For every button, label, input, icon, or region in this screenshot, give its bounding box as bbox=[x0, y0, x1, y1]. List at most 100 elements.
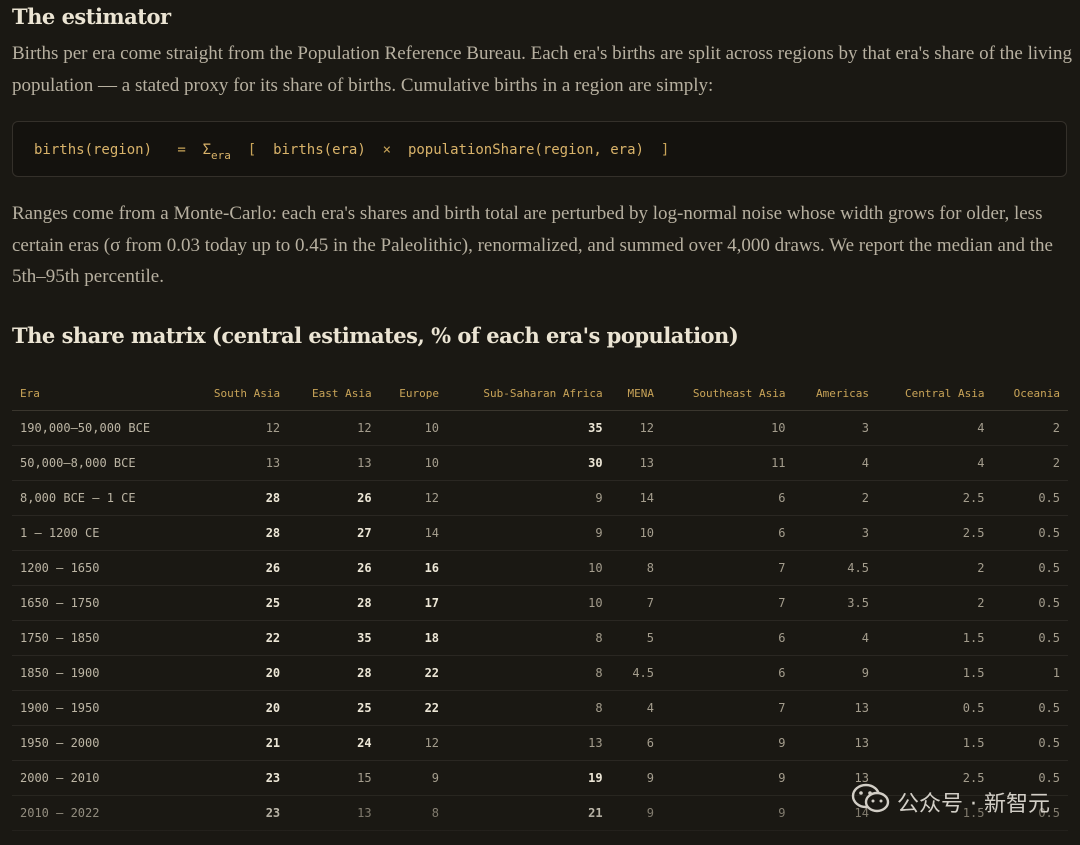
share-cell: 26 bbox=[188, 550, 289, 586]
share-cell: 13 bbox=[288, 445, 380, 481]
column-header: Southeast Asia bbox=[662, 376, 794, 411]
formula-sigma: Σ bbox=[202, 142, 212, 158]
share-cell: 2 bbox=[992, 410, 1068, 446]
share-cell: 1.5 bbox=[876, 620, 993, 656]
era-cell: 8,000 BCE – 1 CE bbox=[12, 480, 189, 516]
share-cell: 0.5 bbox=[992, 620, 1068, 656]
share-cell: 0.5 bbox=[992, 480, 1068, 516]
table-row: 1900 – 1950 20 25 22 8 4 7 13 0.5 0.5 bbox=[12, 690, 1068, 726]
table-row: 1650 – 1750 25 28 17 10 7 7 3.5 2 0.5 bbox=[12, 585, 1068, 621]
share-cell: 1.5 bbox=[876, 725, 993, 761]
share-cell: 0.5 bbox=[992, 585, 1068, 621]
share-cell: 0.5 bbox=[992, 690, 1068, 726]
share-cell: 21 bbox=[447, 795, 611, 831]
share-cell: 7 bbox=[662, 550, 794, 586]
section-heading-share-matrix: The share matrix (central estimates, % o… bbox=[12, 323, 739, 348]
share-cell: 16 bbox=[379, 550, 448, 586]
share-cell: 0.5 bbox=[992, 515, 1068, 551]
share-cell: 28 bbox=[288, 655, 380, 691]
share-cell: 9 bbox=[793, 655, 877, 691]
share-cell: 6 bbox=[662, 620, 794, 656]
share-cell: 22 bbox=[379, 690, 448, 726]
share-cell: 12 bbox=[379, 725, 448, 761]
share-cell: 26 bbox=[288, 480, 380, 516]
formula-open-bracket: [ bbox=[247, 142, 257, 158]
share-cell: 19 bbox=[447, 760, 611, 796]
share-cell: 9 bbox=[379, 760, 448, 796]
share-cell: 4 bbox=[793, 620, 877, 656]
watermark-text: 公众号 · 新智元 bbox=[897, 792, 1050, 817]
share-cell: 9 bbox=[662, 795, 794, 831]
share-cell: 15 bbox=[288, 760, 380, 796]
share-cell: 13 bbox=[447, 725, 611, 761]
share-cell: 13 bbox=[793, 690, 877, 726]
column-header: East Asia bbox=[288, 376, 380, 411]
share-cell: 9 bbox=[610, 795, 663, 831]
share-cell: 22 bbox=[188, 620, 289, 656]
share-cell: 12 bbox=[610, 410, 663, 446]
share-cell: 4.5 bbox=[793, 550, 877, 586]
share-cell: 9 bbox=[447, 480, 611, 516]
share-cell: 8 bbox=[447, 690, 611, 726]
share-cell: 12 bbox=[379, 480, 448, 516]
table-row: 8,000 BCE – 1 CE 28 26 12 9 14 6 2 2.5 0.5 bbox=[12, 480, 1068, 516]
share-cell: 9 bbox=[610, 760, 663, 796]
column-header: Americas bbox=[793, 376, 877, 411]
formula-equals: = bbox=[177, 142, 186, 158]
share-cell: 2.5 bbox=[876, 515, 993, 551]
share-cell: 24 bbox=[288, 725, 380, 761]
share-cell: 35 bbox=[447, 410, 611, 446]
table-row: 1950 – 2000 21 24 12 13 6 9 13 1.5 0.5 bbox=[12, 725, 1068, 761]
share-cell: 27 bbox=[288, 515, 380, 551]
share-cell: 10 bbox=[379, 410, 448, 446]
share-cell: 6 bbox=[662, 655, 794, 691]
column-header: Oceania bbox=[992, 376, 1068, 411]
era-cell: 1650 – 1750 bbox=[12, 585, 189, 621]
table-header-row: Era South Asia East Asia Europe Sub-Saharan … bbox=[12, 376, 1068, 411]
share-cell: 13 bbox=[610, 445, 663, 481]
table-row: 50,000–8,000 BCE 13 13 10 30 13 11 4 4 2 bbox=[12, 445, 1068, 481]
share-cell: 2.5 bbox=[876, 480, 993, 516]
formula-lhs: births(region) bbox=[34, 142, 153, 158]
column-header: MENA bbox=[610, 376, 663, 411]
share-cell: 2 bbox=[876, 550, 993, 586]
share-cell: 13 bbox=[793, 725, 877, 761]
formula-close-bracket: ] bbox=[660, 142, 670, 158]
share-cell: 0.5 bbox=[992, 725, 1068, 761]
share-cell: 5 bbox=[610, 620, 663, 656]
section-heading-estimator: The estimator bbox=[12, 4, 171, 29]
share-cell: 0.5 bbox=[876, 690, 993, 726]
formula-term-births: births(era) bbox=[273, 142, 366, 158]
share-cell: 2 bbox=[793, 480, 877, 516]
share-cell: 30 bbox=[447, 445, 611, 481]
share-cell: 23 bbox=[188, 795, 289, 831]
column-header: Central Asia bbox=[876, 376, 993, 411]
share-cell: 20 bbox=[188, 655, 289, 691]
share-cell: 28 bbox=[188, 480, 289, 516]
era-cell: 1 – 1200 CE bbox=[12, 515, 189, 551]
era-cell: 190,000–50,000 BCE bbox=[12, 410, 189, 446]
share-cell: 14 bbox=[379, 515, 448, 551]
share-cell: 9 bbox=[447, 515, 611, 551]
table-row: 1 – 1200 CE 28 27 14 9 10 6 3 2.5 0.5 bbox=[12, 515, 1068, 551]
share-matrix-table: Era South Asia East Asia Europe Sub-Saharan … bbox=[12, 376, 1068, 831]
table-body: 190,000–50,000 BCE 12 12 10 35 12 10 3 4 2 50,000–… bbox=[12, 410, 1068, 831]
share-cell: 4 bbox=[876, 445, 993, 481]
era-cell: 1950 – 2000 bbox=[12, 725, 189, 761]
share-cell: 9 bbox=[662, 760, 794, 796]
share-cell: 3 bbox=[793, 515, 877, 551]
era-cell: 1900 – 1950 bbox=[12, 690, 189, 726]
share-cell: 1.5 bbox=[876, 655, 993, 691]
share-cell: 8 bbox=[610, 550, 663, 586]
share-cell: 12 bbox=[288, 410, 380, 446]
share-cell: 23 bbox=[188, 760, 289, 796]
column-header: South Asia bbox=[188, 376, 289, 411]
table-row: 1750 – 1850 22 35 18 8 5 6 4 1.5 0.5 bbox=[12, 620, 1068, 656]
share-cell: 4 bbox=[876, 410, 993, 446]
era-cell: 2010 – 2022 bbox=[12, 795, 189, 831]
share-cell: 10 bbox=[447, 550, 611, 586]
share-cell: 8 bbox=[379, 795, 448, 831]
share-cell: 2 bbox=[876, 585, 993, 621]
share-cell: 11 bbox=[662, 445, 794, 481]
share-cell: 3.5 bbox=[793, 585, 877, 621]
